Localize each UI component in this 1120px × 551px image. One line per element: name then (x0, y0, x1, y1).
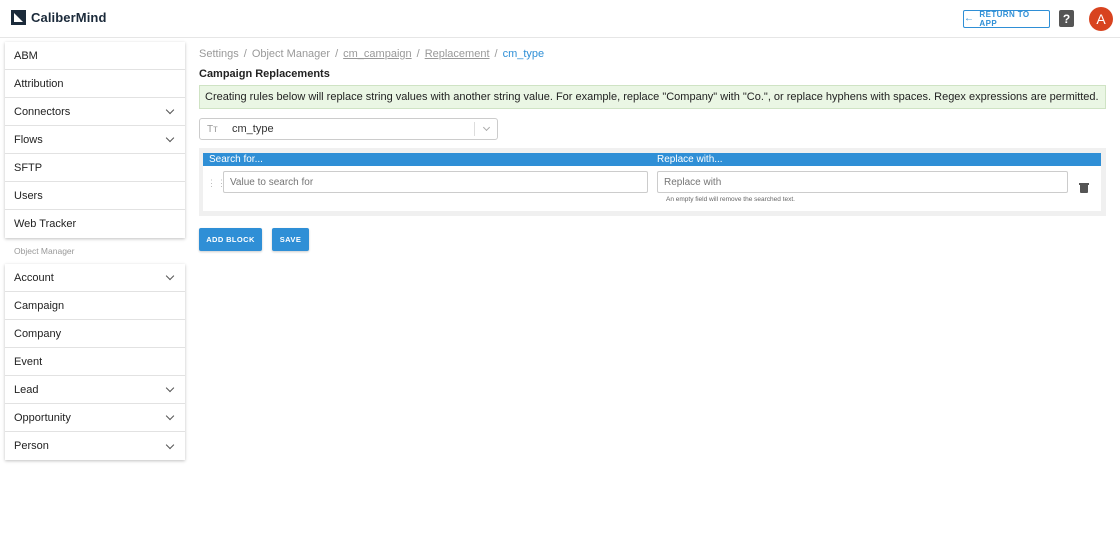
replacement-block: Search for... Replace with... ⋮⋮ An empt… (199, 148, 1106, 216)
trash-can (1080, 185, 1088, 193)
field-select[interactable]: Tᴛ cm_type (199, 118, 498, 140)
sidebar-item-label: Company (14, 327, 62, 340)
sidebar-item-label: SFTP (14, 161, 43, 174)
arrow-left-icon: ← (964, 13, 975, 24)
search-column-header: Search for... (209, 154, 263, 165)
object-manager-section-label: Object Manager (14, 246, 75, 256)
sidebar-item-web-tracker[interactable]: Web Tracker (5, 210, 185, 238)
page-title: Campaign Replacements (199, 68, 330, 80)
chevron-down-icon (165, 105, 175, 115)
chevron-down-icon (165, 440, 175, 449)
chevron-down-icon (165, 411, 175, 421)
drag-handle-icon[interactable]: ⋮⋮ (207, 179, 226, 188)
return-to-app-button[interactable]: ← RETURN TO APP (963, 10, 1050, 28)
breadcrumb-separator: / (494, 48, 498, 60)
text-type-icon: Tᴛ (207, 123, 218, 135)
breadcrumb-object-manager[interactable]: Object Manager (252, 48, 330, 60)
chevron-down-icon (165, 271, 175, 281)
breadcrumb-settings[interactable]: Settings (199, 48, 239, 60)
settings-menu: ABM Attribution Connectors Flows SFTP Us… (5, 42, 185, 238)
sidebar-item-connectors[interactable]: Connectors (5, 98, 185, 126)
sidebar-item-users[interactable]: Users (5, 182, 185, 210)
breadcrumb-separator: / (335, 48, 339, 60)
sidebar-item-label: Account (14, 271, 54, 284)
sidebar-item-lead[interactable]: Lead (5, 376, 185, 404)
sidebar: ABM Attribution Connectors Flows SFTP Us… (5, 42, 185, 460)
sidebar-item-sftp[interactable]: SFTP (5, 154, 185, 182)
breadcrumb-current: cm_type (502, 48, 545, 60)
chevron-down-icon (482, 123, 490, 132)
add-block-button[interactable]: ADD BLOCK (199, 228, 262, 251)
replace-hint: An empty field will remove the searched … (666, 196, 795, 203)
select-dropdown-toggle[interactable] (475, 123, 497, 132)
sidebar-item-company[interactable]: Company (5, 320, 185, 348)
sidebar-item-event[interactable]: Event (5, 348, 185, 376)
sidebar-item-campaign[interactable]: Campaign (5, 292, 185, 320)
breadcrumb-separator: / (416, 48, 420, 60)
sidebar-item-abm[interactable]: ABM (5, 42, 185, 70)
breadcrumb-replacement[interactable]: Replacement (425, 48, 490, 60)
chevron-down-icon (165, 133, 175, 143)
sidebar-item-label: Lead (14, 383, 39, 396)
brand-name: CaliberMind (31, 10, 107, 25)
replace-column-header: Replace with... (657, 154, 723, 165)
sidebar-item-label: Opportunity (14, 411, 71, 424)
sidebar-item-label: Attribution (14, 77, 64, 90)
sidebar-item-label: Web Tracker (14, 218, 77, 230)
sidebar-item-label: ABM (14, 49, 38, 62)
sidebar-item-account[interactable]: Account (5, 264, 185, 292)
return-to-app-label: RETURN TO APP (979, 10, 1030, 28)
sidebar-item-label: Person (14, 440, 49, 452)
sidebar-item-label: Flows (14, 133, 43, 146)
info-message: Creating rules below will replace string… (199, 85, 1106, 109)
search-input[interactable] (223, 171, 648, 193)
breadcrumb-cm-campaign[interactable]: cm_campaign (343, 48, 411, 60)
chevron-down-icon (165, 383, 175, 393)
top-bar: CaliberMind ← RETURN TO APP ? A (0, 0, 1120, 38)
object-manager-menu: Account Campaign Company Event Lead Oppo… (5, 264, 185, 460)
help-icon[interactable]: ? (1059, 10, 1074, 27)
sidebar-item-opportunity[interactable]: Opportunity (5, 404, 185, 432)
save-button[interactable]: SAVE (272, 228, 309, 251)
sidebar-item-label: Event (14, 355, 43, 368)
sidebar-item-attribution[interactable]: Attribution (5, 70, 185, 98)
brand-logo[interactable]: CaliberMind (11, 10, 107, 25)
sidebar-item-flows[interactable]: Flows (5, 126, 185, 154)
sidebar-item-label: Users (14, 189, 43, 202)
sidebar-item-label: Connectors (14, 105, 71, 118)
replace-input[interactable] (657, 171, 1068, 193)
replacement-block-body: Search for... Replace with... ⋮⋮ An empt… (203, 153, 1101, 211)
sidebar-item-person[interactable]: Person (5, 432, 185, 460)
breadcrumb-separator: / (243, 48, 247, 60)
sidebar-item-label: Campaign (14, 299, 65, 312)
breadcrumb: Settings / Object Manager / cm_campaign / Repl… (199, 48, 544, 60)
avatar[interactable]: A (1089, 7, 1113, 31)
block-header: Search for... Replace with... (203, 153, 1101, 166)
field-select-value: cm_type (232, 123, 274, 135)
logo-icon (11, 10, 26, 25)
trash-icon[interactable] (1079, 183, 1089, 193)
